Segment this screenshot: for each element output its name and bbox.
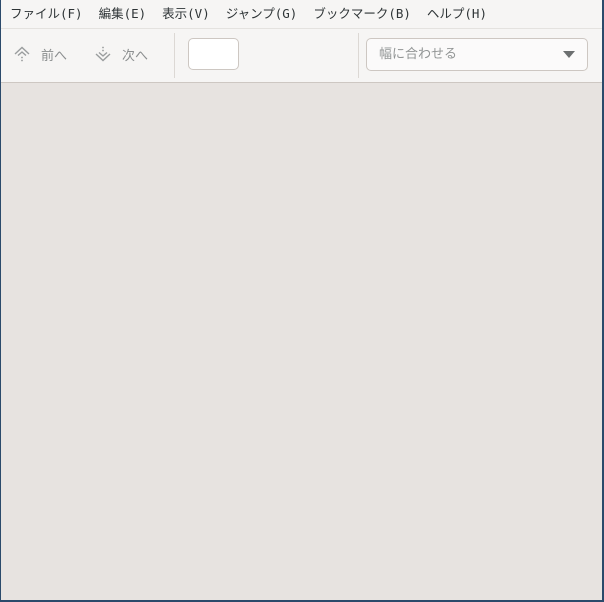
next-page-button[interactable]: 次へ: [94, 39, 148, 69]
menu-file[interactable]: ファイル(F): [1, 0, 91, 28]
go-up-icon: [13, 45, 31, 63]
toolbar-separator: [358, 33, 359, 78]
document-viewer-window: ファイル(F) 編集(E) 表示(V) ジャンプ(G) ブックマーク(B) ヘル…: [1, 0, 602, 600]
menu-bookmarks[interactable]: ブックマーク(B): [305, 0, 419, 28]
document-view-area[interactable]: [1, 83, 602, 600]
toolbar-separator: [174, 33, 175, 78]
previous-page-label: 前へ: [41, 48, 68, 64]
next-page-label: 次へ: [122, 48, 149, 64]
page-number-input[interactable]: [188, 38, 239, 70]
go-down-icon: [94, 45, 112, 63]
menu-edit[interactable]: 編集(E): [91, 0, 155, 28]
chevron-down-icon: [563, 51, 575, 58]
menu-help[interactable]: ヘルプ(H): [419, 0, 495, 28]
toolbar: 前へ 次へ 幅に合わせる: [1, 29, 602, 83]
menu-view[interactable]: 表示(V): [154, 0, 218, 28]
menu-go[interactable]: ジャンプ(G): [218, 0, 306, 28]
zoom-selected-value: 幅に合わせる: [379, 47, 458, 62]
zoom-select[interactable]: 幅に合わせる: [366, 38, 588, 71]
menubar: ファイル(F) 編集(E) 表示(V) ジャンプ(G) ブックマーク(B) ヘル…: [1, 0, 602, 29]
previous-page-button[interactable]: 前へ: [13, 39, 67, 69]
